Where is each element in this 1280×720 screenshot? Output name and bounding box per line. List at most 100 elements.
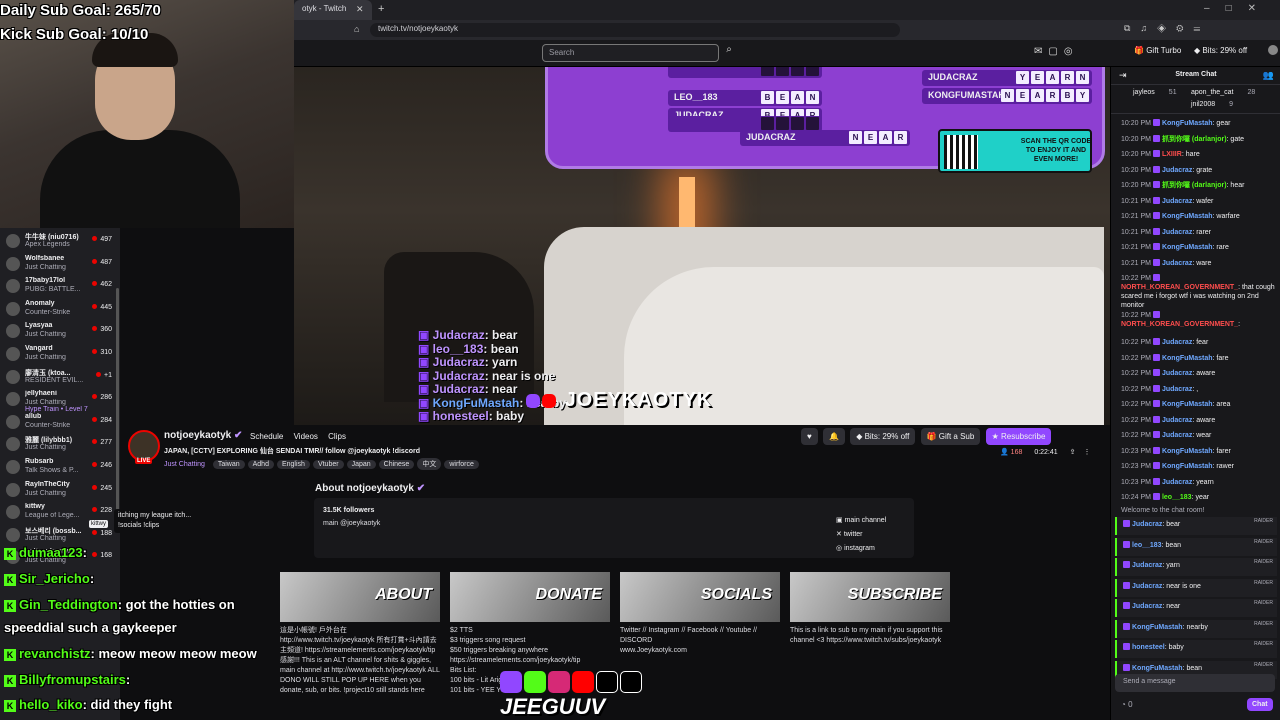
player-name: JUDACRAZ: [928, 72, 978, 82]
kick-chat-text: :: [89, 571, 95, 586]
sub-badge-icon: [1152, 400, 1160, 407]
sidebar-channel[interactable]: Lyasyaa Just Chatting 360: [0, 320, 118, 342]
video-player[interactable]: LEO__183BEANJUDACRAZBEARJUDACRAZYEARNKON…: [294, 67, 1110, 425]
sub-badge-icon: [1152, 134, 1160, 142]
chat-send-button[interactable]: Chat: [1247, 698, 1273, 711]
viewer-count: 245: [92, 484, 112, 492]
browser-tab-bar: otyk - Twitch ✕ + –□✕: [294, 0, 1280, 20]
raid-message: KongFuMastah: nearby RAIDER: [1115, 619, 1277, 638]
resubscribe-button[interactable]: ★ Resubscribe: [985, 428, 1052, 445]
close-tab-icon[interactable]: ✕: [356, 4, 364, 15]
viewer-count: 445: [92, 303, 112, 311]
sidebar-channel[interactable]: Vangard Just Chatting 310: [0, 343, 118, 365]
stream-tag[interactable]: wirforce: [444, 460, 479, 469]
tab-schedule[interactable]: Schedule: [250, 432, 283, 441]
bookmark-icon[interactable]: ⌂: [354, 24, 359, 34]
panel-label: DONATE: [535, 586, 602, 603]
chat-username: Judacraz: [1161, 416, 1193, 424]
share-icon[interactable]: ⇪: [1070, 449, 1076, 456]
gifter-name: jnil2008: [1191, 101, 1216, 108]
channel-name[interactable]: notjoeykaotyk ✔: [164, 430, 242, 441]
user-avatar[interactable]: [1268, 45, 1278, 55]
more-options-icon[interactable]: ⋮: [1083, 449, 1090, 456]
bits-offer-button[interactable]: ◆ Bits: 29% off: [850, 428, 916, 445]
chat-username: Judacraz: [1161, 432, 1193, 439]
stream-tag[interactable]: Chinese: [378, 460, 415, 469]
link-twitter[interactable]: ✕ twitter: [836, 528, 886, 542]
sidebar-channel[interactable]: allub Counter-Strike 284: [0, 411, 118, 433]
timestamp: 10:20 PM: [1121, 151, 1151, 158]
sub-badge-icon: [1123, 622, 1130, 630]
panel-subscribe-banner[interactable]: SUBSCRIBE: [790, 572, 950, 622]
extension-icons[interactable]: ⧉♫◈⚙☰: [1124, 23, 1210, 34]
window-controls[interactable]: –□✕: [1204, 3, 1272, 14]
sidebar-channel[interactable]: Wolfsbanee Just Chatting 487: [0, 253, 118, 275]
timestamp: 10:20 PM: [1121, 120, 1151, 127]
new-tab-icon[interactable]: +: [378, 3, 384, 15]
raider-badge: RAIDER: [1254, 559, 1273, 565]
panel-donate-banner[interactable]: DONATE: [450, 572, 610, 622]
viewer-count-value: 487: [100, 258, 112, 266]
notification-icons[interactable]: ✉▢◎: [1034, 46, 1079, 57]
chat-username: KongFuMastah: [1161, 401, 1213, 408]
tab-videos[interactable]: Videos: [294, 432, 318, 441]
gift-turbo-button[interactable]: 🎁 Gift Turbo: [1134, 46, 1181, 55]
stream-tag[interactable]: 中文: [417, 458, 442, 470]
brand-text: JEEGUUV: [500, 694, 606, 719]
empty-tiles: [759, 117, 819, 132]
sidebar-channel[interactable]: 17baby17lol PUBG: BATTLE... 462: [0, 275, 118, 297]
sub-badge-icon: [1152, 369, 1160, 376]
channel-points[interactable]: ◔ 0: [1121, 700, 1133, 709]
sidebar-channel[interactable]: 雅麗 (lilybbb1) Just Chatting 277: [0, 433, 118, 455]
panel-socials-banner[interactable]: SOCIALS: [620, 572, 780, 622]
link-instagram[interactable]: ◎ instagram: [836, 542, 886, 556]
notifications-bell-icon[interactable]: 🔔: [822, 428, 845, 445]
follow-heart-icon[interactable]: ♥: [801, 428, 818, 445]
search-input[interactable]: Search: [542, 44, 719, 62]
chat-input[interactable]: Send a message: [1115, 674, 1275, 692]
video-chat-user: Judacraz: [432, 355, 485, 369]
gift-sub-button[interactable]: 🎁 Gift a Sub: [920, 428, 981, 445]
channel-category: PUBG: BATTLE...: [25, 286, 81, 294]
raider-badge: RAIDER: [1254, 620, 1273, 627]
sidebar-channel[interactable]: Anomaly Counter-Strike 445: [0, 298, 118, 320]
url-field[interactable]: twitch.tv/notjoeykaotyk: [370, 23, 900, 37]
viewer-count: 168: [92, 552, 112, 559]
stream-tag[interactable]: Adhd: [247, 460, 274, 469]
timestamp: 10:20 PM: [1121, 166, 1151, 174]
chat-users-icon[interactable]: 👥: [1263, 70, 1274, 81]
raid-text: bear: [1166, 521, 1181, 528]
stream-tag[interactable]: Japan: [346, 460, 376, 469]
stream-tags: Just Chatting Taiwan Adhd English Vtuber Jap…: [164, 458, 482, 470]
raid-message: Judacraz: yarn RAIDER: [1115, 558, 1277, 576]
panel-about-banner[interactable]: ABOUT: [280, 572, 440, 622]
about-panel: 31.5K followers main @joeykaotyk ▣ main …: [314, 498, 914, 558]
stream-tag[interactable]: Taiwan: [212, 460, 245, 469]
stream-tag[interactable]: English: [276, 460, 310, 469]
sidebar-channel[interactable]: RayInTheCity Just Chatting 245: [0, 479, 118, 501]
stream-info-bar: LIVE notjoeykaotyk ✔ Schedule Videos Cli…: [126, 426, 1110, 476]
bits-button[interactable]: ◆ Bits: 29% off: [1194, 46, 1247, 55]
link-main-channel[interactable]: ▣ main channel: [836, 514, 886, 528]
gifter-name: jayleos: [1133, 89, 1155, 96]
viewer-count: 188: [92, 529, 112, 537]
chat-text: area: [1216, 401, 1231, 408]
raid-text: bean: [1186, 664, 1203, 672]
search-icon[interactable]: ⌕: [720, 44, 738, 62]
stream-tag[interactable]: Vtuber: [312, 460, 344, 469]
chat-username: 抓到你囉 (darlanjor): [1161, 182, 1227, 189]
letter-tile: B: [1061, 89, 1074, 102]
sidebar-channel[interactable]: 廖清玉 (ktoa... RESIDENT EVIL... +1: [0, 366, 118, 388]
sidebar-channel[interactable]: 牛牛妹 (niu0716) Apex Legends 497: [0, 230, 118, 252]
sidebar-channel[interactable]: Rubsarb Talk Shows & P... 246: [0, 456, 118, 478]
chat-text: wear: [1196, 432, 1212, 439]
tab-clips[interactable]: Clips: [328, 432, 346, 441]
stream-category[interactable]: Just Chatting: [164, 461, 205, 468]
viewer-count: 284: [92, 416, 112, 424]
hype-train-label: Hype Train • Level 7: [25, 406, 88, 413]
letter-tile: E: [776, 91, 789, 104]
timestamp: 10:23 PM: [1121, 478, 1151, 486]
raid-username: Judacraz: [1132, 562, 1163, 569]
kick-chat-line: K Gin_Teddington: got the hotties on: [4, 597, 235, 612]
twitch-logo-icon: [526, 393, 540, 408]
